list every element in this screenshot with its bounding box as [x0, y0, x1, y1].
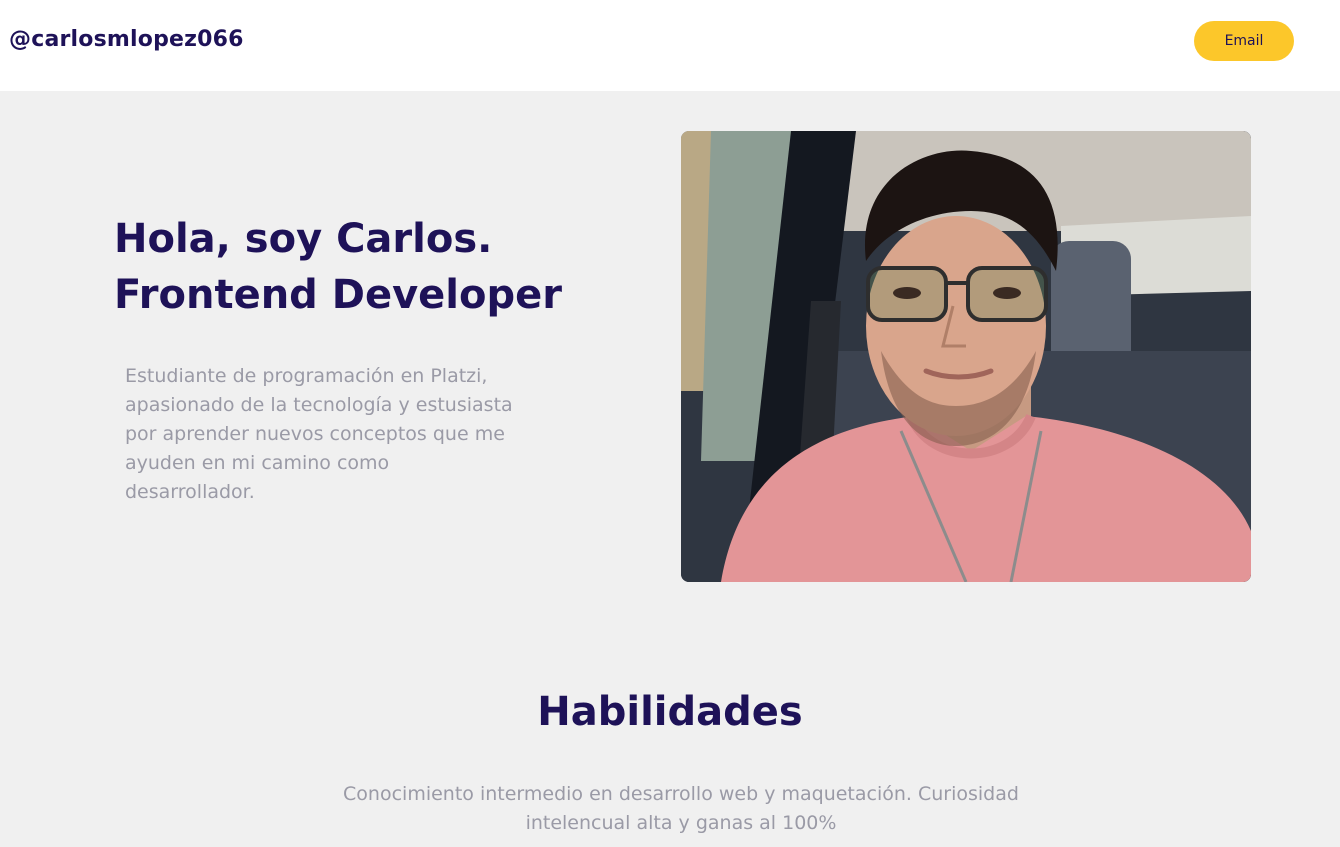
hero-title: Hola, soy Carlos. Frontend Developer	[114, 211, 562, 323]
site-header: @carlosmlopez066 Email	[0, 0, 1340, 91]
hero-description: Estudiante de programación en Platzi, ap…	[125, 365, 513, 503]
email-button[interactable]: Email	[1194, 21, 1294, 61]
skills-title: Habilidades	[537, 689, 803, 735]
skills-description: Conocimiento intermedio en desarrollo we…	[343, 783, 1019, 834]
hero-title-line-2: Frontend Developer	[114, 272, 562, 318]
hero-title-line-1: Hola, soy Carlos.	[114, 216, 493, 262]
profile-photo-illustration	[681, 131, 1251, 582]
site-handle[interactable]: @carlosmlopez066	[9, 27, 244, 52]
profile-photo	[681, 131, 1251, 582]
